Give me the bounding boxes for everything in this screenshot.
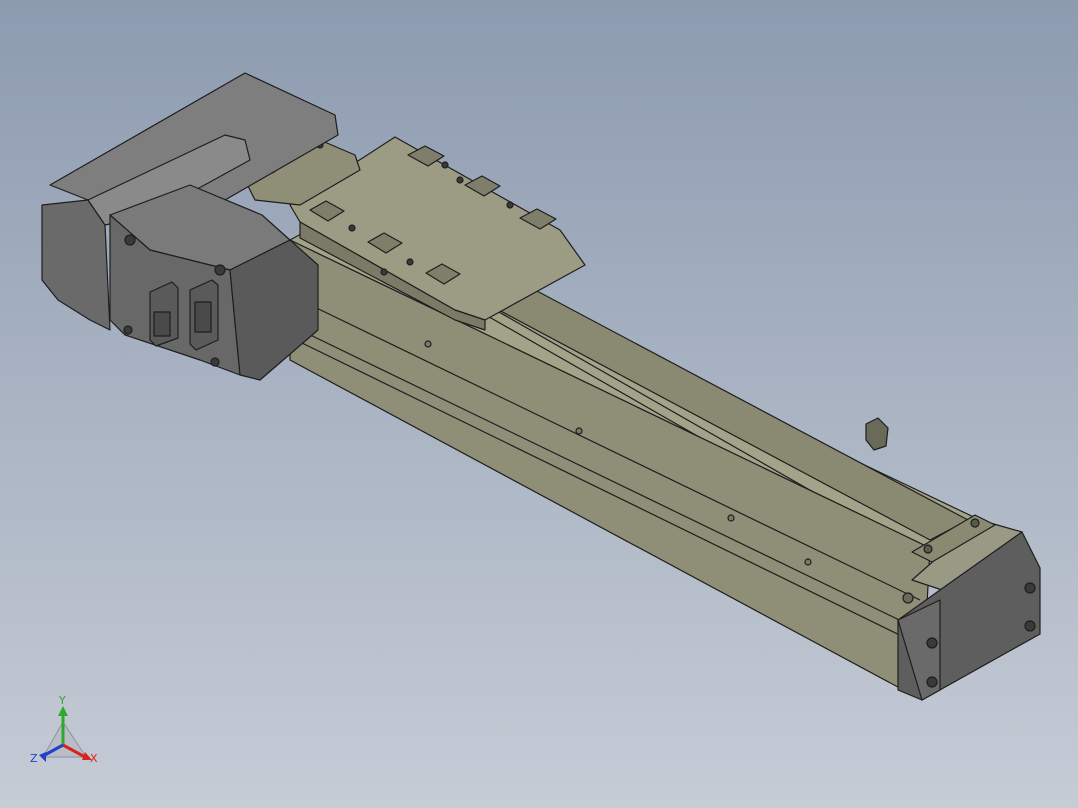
triad-y-label: Y [58,694,66,707]
gearbox-screw [210,357,220,367]
gearbox-screw [214,264,226,276]
end-plate-screw [970,518,980,528]
triad-x-label: X [90,752,98,765]
end-cap-screw [926,637,938,649]
connector-face [153,311,171,337]
end-cap-screw [1024,620,1036,632]
rail-screw-hole [575,427,583,435]
carriage-screw [506,201,514,209]
rail-screw-hole [727,514,735,522]
model-view[interactable]: Y X Z [0,0,1078,808]
carriage-screw [456,176,464,184]
end-cap-screw [926,676,938,688]
gearbox-screw [123,325,133,335]
carriage-screw [348,224,356,232]
connector-face [194,301,212,333]
graphics-viewport[interactable]: Y X Z [0,0,1078,808]
end-plate-screw [923,544,933,554]
gearbox-screw [124,234,136,246]
triad-z-label: Z [30,752,38,765]
carriage-screw [406,258,414,266]
rail-screw-hole [804,558,812,566]
rail-end-screw [902,592,914,604]
end-cap-screw [1024,582,1036,594]
carriage-screw [380,268,388,276]
carriage-screw [441,161,449,169]
rail-screw-hole [424,340,432,348]
